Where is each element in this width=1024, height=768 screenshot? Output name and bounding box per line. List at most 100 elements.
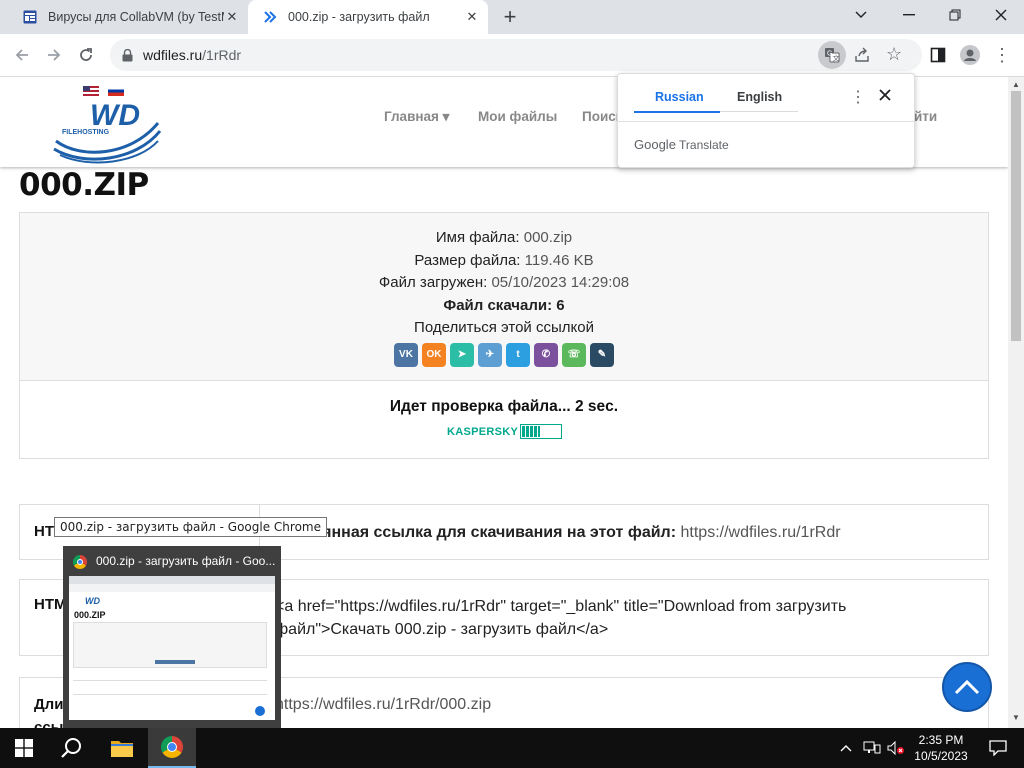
nav-home[interactable]: Главная ▾ <box>384 109 449 125</box>
file-explorer-icon[interactable] <box>98 728 146 768</box>
tab-collabvm[interactable]: Вирусы для CollabVM (by TestM ✕ <box>8 0 248 34</box>
wdfiles-favicon-icon <box>262 9 278 25</box>
tab-search-icon[interactable] <box>838 0 884 30</box>
share-vk-icon[interactable]: VK <box>394 342 418 367</box>
share-blogger-edit-icon[interactable]: ✎ <box>590 342 614 367</box>
share-label: Поделиться этой ссылкой <box>414 319 594 336</box>
close-window-icon[interactable] <box>978 0 1024 30</box>
translate-close-icon[interactable] <box>879 88 891 106</box>
clock[interactable]: 2:35 PM 10/5/2023 <box>908 728 974 768</box>
nav-my-files[interactable]: Мои файлы <box>478 109 557 124</box>
taskbar-thumbnail[interactable]: 000.zip - загрузить файл - Goo... WD 000… <box>63 546 281 728</box>
page-scrollbar[interactable]: ▲ ▼ <box>1008 77 1024 728</box>
share-livejournal-share-icon[interactable]: ➤ <box>450 342 474 367</box>
translate-icon[interactable]: G文 <box>818 41 846 69</box>
taskbar-tooltip: 000.zip - загрузить файл - Google Chrome <box>54 517 327 537</box>
kaspersky-progress <box>520 424 563 439</box>
permanent-link[interactable]: Постоянная ссылка для скачивания на этот… <box>275 521 841 544</box>
thumbnail-chrome-icon <box>73 555 87 569</box>
scroll-up-icon[interactable]: ▲ <box>1012 80 1020 89</box>
thumbnail-page-title: 000.ZIP <box>74 610 106 620</box>
url-path: /1rRdr <box>202 47 242 63</box>
browser-toolbar: wdfiles.ru/1rRdr G文 ☆ ⋮ <box>0 34 1024 77</box>
profile-avatar-icon[interactable] <box>956 41 984 69</box>
permanent-link-caption: Постоянная ссылка для скачивания на этот… <box>275 524 677 541</box>
share-whatsapp-icon[interactable]: ☏ <box>562 342 586 367</box>
brand-translate: Translate <box>679 138 729 152</box>
volume-muted-icon[interactable] <box>884 728 908 768</box>
scroll-down-icon[interactable]: ▼ <box>1012 713 1020 722</box>
share-viber-icon[interactable]: ✆ <box>534 342 558 367</box>
file-size-value: 119.46 KB <box>524 251 594 269</box>
reload-icon[interactable] <box>72 41 100 69</box>
show-hidden-icons-chevron[interactable] <box>836 728 856 768</box>
new-tab-icon[interactable]: + <box>498 4 522 29</box>
html-code-line-1[interactable]: <a href="https://wdfiles.ru/1rRdr" targe… <box>275 595 846 618</box>
side-panel-icon[interactable] <box>924 41 952 69</box>
file-size-label: Размер файла: <box>414 251 521 269</box>
file-name-label: Имя файла: <box>435 229 520 246</box>
kaspersky-progress-fill <box>522 426 541 437</box>
network-icon[interactable] <box>860 728 884 768</box>
site-logo[interactable]: WD FILEHOSTING <box>50 97 162 165</box>
restore-icon[interactable] <box>932 0 978 30</box>
notifications-icon[interactable] <box>978 728 1018 768</box>
thumbnail-page-preview: WD 000.ZIP <box>69 576 275 720</box>
download-count: Файл скачали: 6 <box>443 296 565 314</box>
file-check-status: Идет проверка файла... 2 sec. <box>389 398 619 415</box>
share-odnoklassniki-icon[interactable]: OK <box>422 342 446 367</box>
tab-strip: Вирусы для CollabVM (by TestM ✕ 000.zip … <box>0 0 1024 34</box>
url-text: wdfiles.ru/1rRdr <box>143 47 241 63</box>
file-name-value: 000.zip <box>523 229 573 246</box>
share-telegram-icon[interactable]: ✈ <box>478 342 502 367</box>
bookmark-star-icon[interactable]: ☆ <box>886 44 902 65</box>
tab-wdfiles[interactable]: 000.zip - загрузить файл ✕ <box>248 0 488 34</box>
file-size-line: Размер файла: 119.46 KB <box>20 250 988 273</box>
file-info-panel: Имя файла: 000.zip Размер файла: 119.46 … <box>19 212 989 381</box>
google-translate-brand: Google Translate <box>634 137 729 152</box>
translate-tab-english[interactable]: English <box>737 90 782 104</box>
address-bar[interactable]: wdfiles.ru/1rRdr G文 ☆ <box>110 39 922 71</box>
scroll-to-top-button[interactable] <box>942 662 992 712</box>
scrollbar-thumb[interactable] <box>1011 91 1021 341</box>
clock-date: 10/5/2023 <box>914 749 968 763</box>
start-button[interactable] <box>0 728 48 768</box>
share-buttons: VK OK ➤ ✈ t ✆ ☏ ✎ <box>20 342 988 367</box>
share-twitter-icon[interactable]: t <box>506 342 530 367</box>
share-icon[interactable] <box>852 45 872 65</box>
html-code-line-2[interactable]: файл">Скачать 000.zip - загрузить файл</… <box>275 618 608 641</box>
kaspersky-badge: KASPERSKY <box>447 424 563 439</box>
lock-icon[interactable] <box>122 48 133 62</box>
direct-link-url[interactable]: https://wdfiles.ru/1rRdr/000.zip <box>275 693 491 716</box>
chrome-taskbar-icon[interactable] <box>148 728 196 768</box>
tab-close-icon[interactable]: ✕ <box>224 9 240 25</box>
clock-time: 2:35 PM <box>918 733 964 747</box>
url-host: wdfiles.ru <box>143 47 203 63</box>
svg-text:文: 文 <box>833 54 840 63</box>
file-check-panel: Идет проверка файла... 2 sec. KASPERSKY <box>19 381 989 459</box>
tab-title: 000.zip - загрузить файл <box>288 10 430 24</box>
translate-tab-russian[interactable]: Russian <box>655 90 704 104</box>
file-uploaded-line: Файл загружен: 05/10/2023 14:29:08 <box>20 272 988 295</box>
translate-separator <box>618 121 914 122</box>
search-icon[interactable] <box>48 728 96 768</box>
permanent-link-url[interactable]: https://wdfiles.ru/1rRdr <box>681 524 841 541</box>
chrome-icon <box>161 736 183 758</box>
file-uploaded-value: 05/10/2023 14:29:08 <box>491 274 630 291</box>
flag-en-icon[interactable] <box>83 86 99 96</box>
translate-popup: Russian English ⋮ Google Translate <box>617 73 915 168</box>
tab-close-icon[interactable]: ✕ <box>464 9 480 25</box>
page-title: 000.ZIP <box>19 167 149 203</box>
menu-kebab-icon[interactable]: ⋮ <box>988 41 1016 69</box>
forward-icon[interactable] <box>40 41 68 69</box>
logo-text: WD <box>90 99 140 132</box>
translate-tab-underline <box>634 111 720 113</box>
kaspersky-logo: KASPERSKY <box>447 425 519 438</box>
flag-ru-icon[interactable] <box>108 86 124 96</box>
thumbnail-title: 000.zip - загрузить файл - Goo... <box>96 554 276 568</box>
tab-title: Вирусы для CollabVM (by TestM <box>48 10 224 24</box>
back-icon[interactable] <box>8 41 36 69</box>
brand-google: Google <box>634 137 676 152</box>
minimize-icon[interactable] <box>886 0 932 30</box>
translate-options-icon[interactable]: ⋮ <box>850 87 866 107</box>
